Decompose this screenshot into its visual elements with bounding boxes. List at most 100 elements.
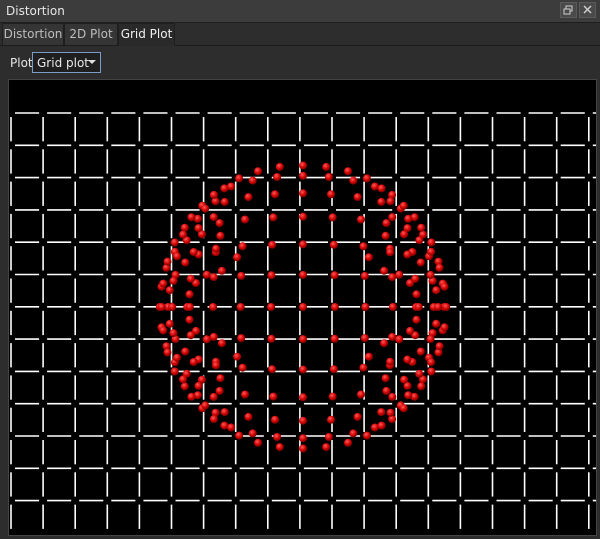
distorted-point <box>269 213 278 222</box>
distorted-point <box>353 193 362 202</box>
distorted-point <box>244 412 253 421</box>
distorted-point <box>370 423 379 432</box>
distorted-point <box>238 363 247 372</box>
distorted-point <box>299 161 307 170</box>
distorted-point <box>322 162 331 171</box>
tab-2d-plot-label: 2D Plot <box>69 27 113 41</box>
distorted-point <box>170 367 179 376</box>
distorted-point <box>417 382 426 391</box>
distorted-point <box>209 190 218 199</box>
plot-label: Plot <box>10 56 33 70</box>
distorted-point <box>349 176 358 185</box>
distorted-point <box>386 357 395 366</box>
distorted-point <box>399 201 408 210</box>
distorted-point <box>434 303 443 311</box>
distorted-point <box>380 339 389 348</box>
distorted-point <box>241 215 249 224</box>
distorted-point <box>187 392 196 401</box>
grid-plot-canvas <box>10 112 596 529</box>
tab-grid-plot-label: Grid Plot <box>120 27 173 41</box>
distorted-point <box>344 167 352 176</box>
distorted-point <box>235 431 244 440</box>
distorted-point <box>202 270 211 279</box>
distorted-point <box>233 352 242 361</box>
distorted-point <box>201 204 210 213</box>
plot-type-select[interactable]: Grid plot <box>32 52 101 73</box>
distorted-point <box>322 443 331 452</box>
distorted-point <box>388 273 397 282</box>
distorted-point <box>377 421 386 430</box>
distorted-point <box>215 386 224 395</box>
distorted-point <box>248 429 257 438</box>
distorted-point <box>416 347 425 356</box>
grid-plot-area[interactable] <box>8 79 597 536</box>
distorted-point <box>202 335 211 344</box>
distorted-point <box>377 408 386 417</box>
distorted-point <box>395 335 404 344</box>
distorted-point <box>362 174 371 183</box>
distorted-point <box>330 271 339 280</box>
distorted-point <box>181 347 190 356</box>
distorted-point <box>328 392 337 401</box>
distorted-point <box>187 213 196 222</box>
distorted-point <box>216 374 225 383</box>
distorted-point <box>440 282 449 291</box>
distorted-point <box>329 240 338 249</box>
distorted-point <box>435 342 444 351</box>
distorted-point <box>388 303 397 311</box>
distorted-point <box>220 408 229 417</box>
restore-button[interactable] <box>560 2 577 18</box>
plot-toolbar: Plot Grid plot <box>0 46 600 78</box>
distorted-point <box>275 162 284 171</box>
distorted-point <box>268 365 277 374</box>
distorted-point <box>165 286 174 295</box>
distorted-point <box>180 223 189 232</box>
tab-distortion[interactable]: Distortion <box>2 23 64 45</box>
tab-grid-plot[interactable]: Grid Plot <box>118 23 175 46</box>
distorted-point <box>327 415 335 424</box>
distorted-point <box>227 182 236 191</box>
distorted-point <box>185 315 194 324</box>
distorted-point <box>426 270 435 279</box>
distorted-point <box>299 335 307 344</box>
distorted-point <box>201 401 210 410</box>
distorted-point <box>299 303 307 311</box>
distorted-point <box>404 391 413 400</box>
distorted-point <box>216 231 225 240</box>
distorted-point <box>244 193 253 202</box>
close-button[interactable] <box>579 2 596 18</box>
distorted-point <box>427 367 436 376</box>
distorted-point <box>217 266 226 275</box>
distorted-point <box>299 212 307 221</box>
distorted-point <box>189 248 198 256</box>
distorted-point <box>299 189 307 198</box>
distorted-point <box>412 315 421 324</box>
window-title: Distortion <box>6 4 65 18</box>
distorted-point <box>299 393 307 402</box>
distorted-point <box>186 331 195 340</box>
distorted-point <box>163 257 172 266</box>
distorted-point <box>427 358 436 367</box>
distorted-point <box>388 332 397 341</box>
tab-2d-plot[interactable]: 2D Plot <box>64 23 118 45</box>
distorted-point <box>194 224 203 233</box>
distorted-point <box>170 238 179 247</box>
distorted-point <box>377 184 386 193</box>
distorted-point <box>414 303 423 311</box>
distorted-point <box>382 219 391 228</box>
distorted-point <box>186 274 195 283</box>
distorted-point <box>169 276 178 285</box>
distorted-point <box>432 319 441 328</box>
distorted-point <box>440 323 449 332</box>
distorted-point <box>254 167 262 176</box>
distorted-point <box>359 363 368 372</box>
distorted-point <box>212 361 220 370</box>
distorted-point <box>194 381 203 390</box>
distorted-point <box>179 375 187 384</box>
distorted-point <box>344 438 352 447</box>
distorted-point <box>403 250 412 259</box>
distorted-point <box>159 279 168 288</box>
distorted-point <box>400 230 409 239</box>
distorted-point <box>215 219 224 228</box>
distorted-point <box>386 248 395 257</box>
